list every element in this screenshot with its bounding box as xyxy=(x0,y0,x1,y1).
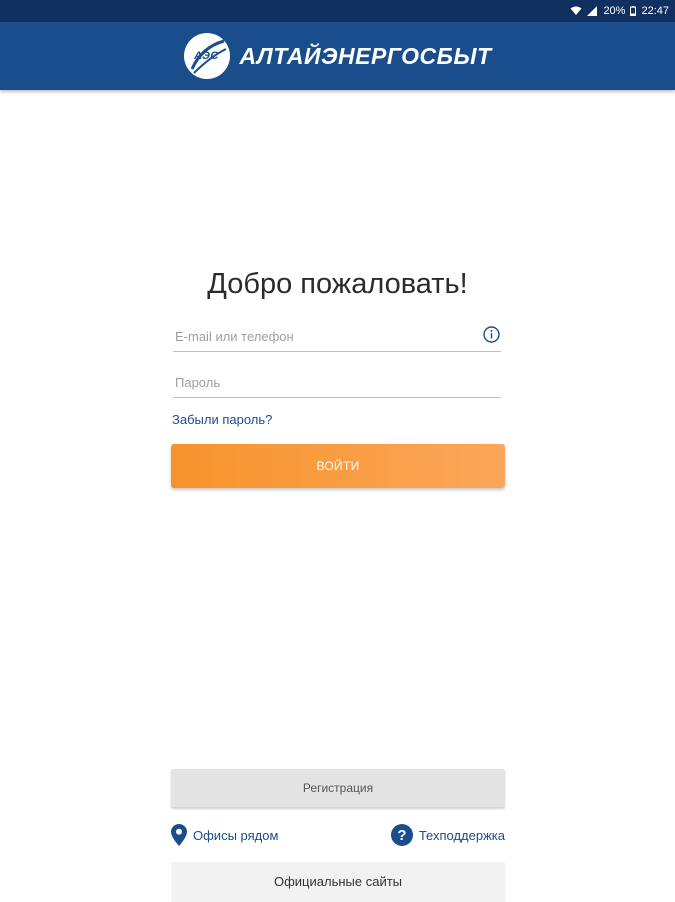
forgot-password-link[interactable]: Забыли пароль? xyxy=(172,412,272,427)
logo-abbreviation: АЭС xyxy=(194,50,219,62)
login-button[interactable]: ВОЙТИ xyxy=(171,444,505,488)
support-label: Техподдержка xyxy=(418,827,505,843)
info-icon[interactable] xyxy=(483,326,500,343)
welcome-title: Добро пожаловать! xyxy=(207,268,468,300)
logo-emblem: АЭС xyxy=(183,33,230,79)
app-header: АЭС АЛТАЙЭНЕРГОСБЫТ xyxy=(0,22,675,90)
password-input[interactable] xyxy=(173,368,473,396)
password-field xyxy=(173,368,501,398)
footer-links: Офисы рядом ? Техподдержка xyxy=(171,822,505,848)
register-button[interactable]: Регистрация xyxy=(171,769,505,807)
brand-logo: АЭС АЛТАЙЭНЕРГОСБЫТ xyxy=(183,33,492,79)
signal-icon xyxy=(587,6,598,16)
clock: 22:47 xyxy=(641,5,669,17)
official-sites-button[interactable]: Официальные сайты xyxy=(171,862,505,902)
wifi-icon xyxy=(570,6,582,16)
email-field xyxy=(173,322,501,352)
battery-icon xyxy=(630,6,637,16)
status-bar: 20% 22:47 xyxy=(0,0,675,22)
battery-level: 20% xyxy=(603,5,626,17)
offices-nearby-link[interactable]: Офисы рядом xyxy=(171,824,278,846)
help-circle-icon: ? xyxy=(390,824,413,846)
location-pin-icon xyxy=(171,824,187,846)
support-link[interactable]: ? Техподдержка xyxy=(390,824,505,846)
brand-name: АЛТАЙЭНЕРГОСБЫТ xyxy=(239,42,492,69)
svg-text:?: ? xyxy=(397,827,406,844)
email-input[interactable] xyxy=(173,322,473,350)
offices-nearby-label: Офисы рядом xyxy=(193,827,279,843)
